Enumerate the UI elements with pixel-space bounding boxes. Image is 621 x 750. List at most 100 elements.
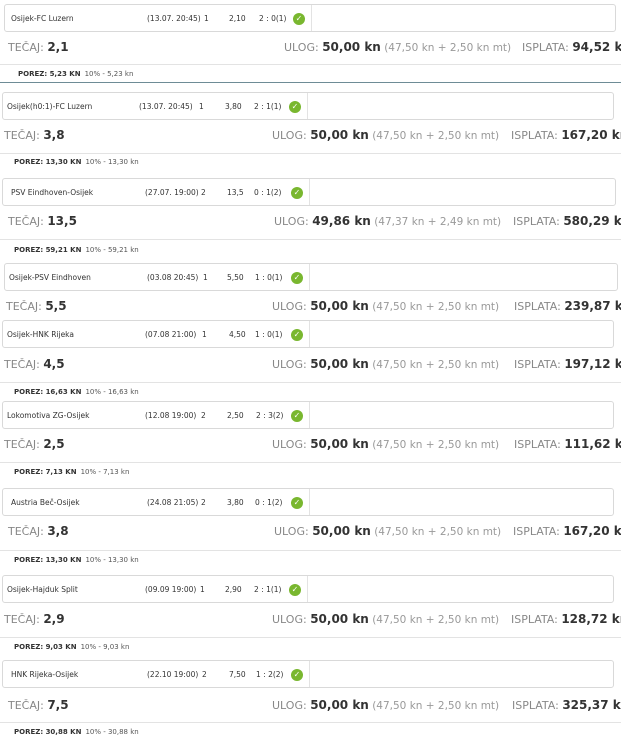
column-divider xyxy=(307,93,308,119)
total-odds: TEČAJ: 3,8 xyxy=(4,128,65,142)
payout-label: ISPLATA: xyxy=(514,358,565,371)
match-row[interactable]: PSV Eindhoven-Osijek (27.07. 19:00) 2 13,5 0… xyxy=(2,178,616,206)
match-tip: 2 xyxy=(201,188,206,197)
match-result: 2 : 3(2) xyxy=(256,411,284,420)
match-name: Osijek-FC Luzern xyxy=(11,14,74,23)
ticket-summary: TEČAJ: 4,5 ULOG: 50,00 kn (47,50 kn + 2,5… xyxy=(0,357,621,379)
tax-line: POREZ: 59,21 KN 10% - 59,21 kn xyxy=(14,246,139,254)
stake-detail: (47,50 kn + 2,50 kn mt) xyxy=(368,301,500,313)
match-datetime: (24.08 21:05) xyxy=(147,498,199,507)
match-row[interactable]: Osijek-PSV Eindhoven (03.08 20:45) 1 5,50 1 … xyxy=(4,263,618,291)
match-row[interactable]: Osijek-FC Luzern (13.07. 20:45) 1 2,10 2 : 0… xyxy=(4,4,616,32)
match-row[interactable]: HNK Rijeka-Osijek (22.10 19:00) 2 7,50 1 : 2… xyxy=(2,660,614,688)
match-datetime: (22.10 19:00) xyxy=(147,670,199,679)
payout-label: ISPLATA: xyxy=(511,613,562,626)
total-odds: TEČAJ: 4,5 xyxy=(4,357,65,371)
ticket-summary: TEČAJ: 5,5 ULOG: 50,00 kn (47,50 kn + 2,5… xyxy=(0,299,621,321)
match-result: 1 : 2(2) xyxy=(256,670,284,679)
total-odds: TEČAJ: 13,5 xyxy=(8,214,77,228)
ticket-summary: TEČAJ: 2,9 ULOG: 50,00 kn (47,50 kn + 2,5… xyxy=(0,612,621,634)
stake: ULOG: 50,00 kn (47,50 kn + 2,50 kn mt) xyxy=(272,612,499,626)
total-odds: TEČAJ: 3,8 xyxy=(8,524,69,538)
match-datetime: (27.07. 19:00) xyxy=(145,188,199,197)
match-row[interactable]: Osijek-Hajduk Split (09.09 19:00) 1 2,90 2 :… xyxy=(2,575,614,603)
match-datetime: (13.07. 20:45) xyxy=(147,14,201,23)
match-result: 1 : 0(1) xyxy=(255,273,283,282)
payout-value: 239,87 kn xyxy=(564,299,621,313)
odds-value: 4,5 xyxy=(43,357,65,371)
match-tip: 1 xyxy=(199,102,204,111)
tax-label: POREZ: 7,13 KN xyxy=(14,468,77,476)
odds-label: TEČAJ: xyxy=(8,699,48,712)
match-datetime: (13.07. 20:45) xyxy=(139,102,193,111)
match-row[interactable]: Austria Beč-Osijek (24.08 21:05) 2 3,80 0 : … xyxy=(2,488,614,516)
stake-label: ULOG: xyxy=(272,438,311,451)
odds-label: TEČAJ: xyxy=(4,438,44,451)
match-name: Austria Beč-Osijek xyxy=(11,498,80,507)
check-icon: ✓ xyxy=(291,329,303,341)
tax-detail: 10% - 30,88 kn xyxy=(85,728,139,736)
column-divider xyxy=(309,402,310,428)
payout: ISPLATA: 580,29 kn xyxy=(513,214,621,228)
column-divider xyxy=(309,661,310,687)
odds-label: TEČAJ: xyxy=(6,300,46,313)
payout-value: 167,20 kn xyxy=(561,128,621,142)
odds-value: 5,5 xyxy=(45,299,67,313)
tax-line: POREZ: 9,03 KN 10% - 9,03 kn xyxy=(14,643,129,651)
divider xyxy=(0,64,621,65)
check-icon: ✓ xyxy=(293,13,305,25)
payout-value: 325,37 kn xyxy=(562,698,621,712)
tax-label: POREZ: 59,21 KN xyxy=(14,246,82,254)
stake-label: ULOG: xyxy=(274,215,313,228)
match-tip: 2 xyxy=(202,670,207,679)
match-row[interactable]: Lokomotiva ZG-Osijek (12.08 19:00) 2 2,50 2 … xyxy=(2,401,614,429)
match-odds: 13,5 xyxy=(227,188,244,197)
match-name: Osijek-HNK Rijeka xyxy=(7,330,74,339)
match-odds: 3,80 xyxy=(227,498,244,507)
stake: ULOG: 50,00 kn (47,50 kn + 2,50 kn mt) xyxy=(272,437,499,451)
match-odds: 3,80 xyxy=(225,102,242,111)
match-datetime: (09.09 19:00) xyxy=(145,585,197,594)
ticket-summary: TEČAJ: 2,1 ULOG: 50,00 kn (47,50 kn + 2,5… xyxy=(0,40,621,62)
odds-label: TEČAJ: xyxy=(4,613,44,626)
column-divider xyxy=(309,321,310,347)
divider xyxy=(0,550,621,551)
stake: ULOG: 50,00 kn (47,50 kn + 2,50 kn mt) xyxy=(272,357,499,371)
stake-detail: (47,50 kn + 2,50 kn mt) xyxy=(370,526,502,538)
payout: ISPLATA: 197,12 kn xyxy=(514,357,621,371)
check-icon: ✓ xyxy=(291,187,303,199)
stake-value: 50,00 kn xyxy=(310,357,369,371)
tax-line: POREZ: 7,13 KN 10% - 7,13 kn xyxy=(14,468,129,476)
payout-label: ISPLATA: xyxy=(514,300,565,313)
stake-value: 50,00 kn xyxy=(310,299,369,313)
odds-label: TEČAJ: xyxy=(4,358,44,371)
stake-value: 49,86 kn xyxy=(312,214,371,228)
stake: ULOG: 50,00 kn (47,50 kn + 2,50 kn mt) xyxy=(272,698,499,712)
stake-detail: (47,37 kn + 2,49 kn mt) xyxy=(370,216,502,228)
stake-detail: (47,50 kn + 2,50 kn mt) xyxy=(368,614,500,626)
stake-value: 50,00 kn xyxy=(322,40,381,54)
payout: ISPLATA: 94,52 kn xyxy=(522,40,621,54)
match-row[interactable]: Osijek-HNK Rijeka (07.08 21:00) 1 4,50 1 : 0… xyxy=(2,320,614,348)
match-result: 0 : 1(2) xyxy=(255,498,283,507)
stake-value: 50,00 kn xyxy=(310,612,369,626)
tax-detail: 10% - 16,63 kn xyxy=(85,388,139,396)
match-row[interactable]: Osijek(h0:1)-FC Luzern (13.07. 20:45) 1 3,8… xyxy=(2,92,614,120)
payout-label: ISPLATA: xyxy=(522,41,573,54)
column-divider xyxy=(311,5,312,31)
match-tip: 1 xyxy=(200,585,205,594)
payout-value: 128,72 kn xyxy=(561,612,621,626)
stake-detail: (47,50 kn + 2,50 kn mt) xyxy=(368,439,500,451)
odds-value: 2,1 xyxy=(47,40,69,54)
stake-label: ULOG: xyxy=(272,300,311,313)
match-name: Osijek-Hajduk Split xyxy=(7,585,78,594)
total-odds: TEČAJ: 2,1 xyxy=(8,40,69,54)
tax-label: POREZ: 13,30 KN xyxy=(14,158,82,166)
match-odds: 7,50 xyxy=(229,670,246,679)
match-tip: 1 xyxy=(203,273,208,282)
tax-label: POREZ: 5,23 KN xyxy=(18,70,81,78)
divider xyxy=(0,637,621,638)
ticket-summary: TEČAJ: 3,8 ULOG: 50,00 kn (47,50 kn + 2,5… xyxy=(0,524,621,546)
odds-value: 7,5 xyxy=(47,698,69,712)
tax-detail: 10% - 13,30 kn xyxy=(85,158,139,166)
